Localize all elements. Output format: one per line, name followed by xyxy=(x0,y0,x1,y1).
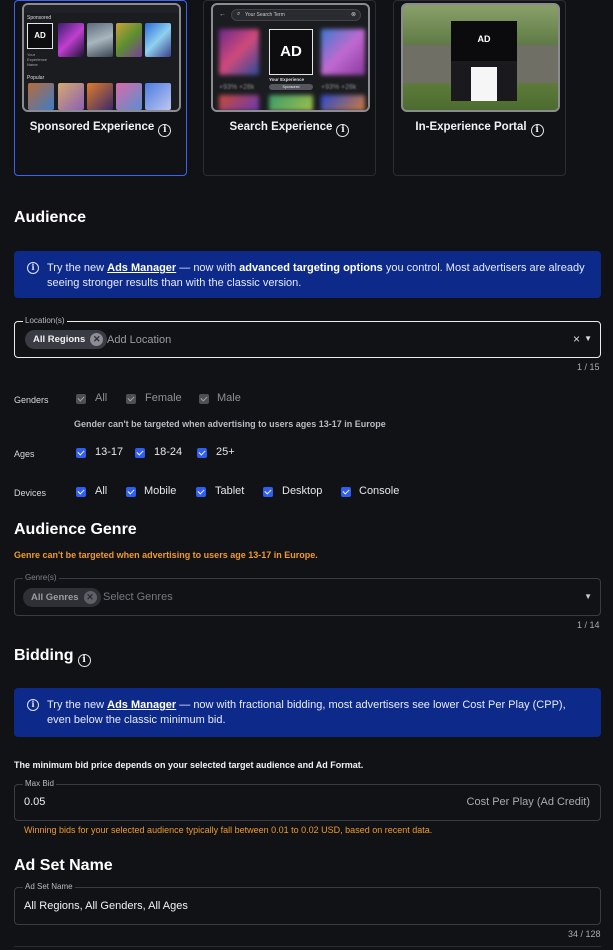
ad-set-name-legend: Ad Set Name xyxy=(23,882,75,891)
location-legend: Location(s) xyxy=(23,316,67,325)
sponsored-badge: Sponsored xyxy=(269,84,313,90)
ad-set-name-input[interactable]: Ad Set Name All Regions, All Genders, Al… xyxy=(14,882,601,925)
preview-caption: Your Experience xyxy=(269,77,305,82)
ad-format-label: Sponsored Experience xyxy=(29,121,155,133)
genre-warning: Genre can't be targeted when advertising… xyxy=(14,550,318,560)
ad-format-label: In-Experience Portal xyxy=(415,121,527,133)
clear-icon[interactable]: × xyxy=(573,332,580,346)
ad-set-name-value[interactable]: All Regions, All Genders, All Ages xyxy=(24,900,188,912)
location-chip[interactable]: All Regions ✕ xyxy=(25,330,108,349)
preview-section-popular: Popular xyxy=(27,75,45,81)
sponsored-experience-preview: Sponsored AD Your Experience Name Popula… xyxy=(22,3,181,112)
device-tablet-label: Tablet xyxy=(215,485,245,497)
gender-all-checkbox[interactable] xyxy=(76,394,86,404)
location-select[interactable]: Location(s) All Regions ✕ Add Location × … xyxy=(14,316,601,358)
ads-manager-bidding-banner: i Try the new Ads Manager — now with fra… xyxy=(14,688,601,737)
ad-format-sponsored-experience[interactable]: Sponsored AD Your Experience Name Popula… xyxy=(14,0,187,176)
preview-search-term: Your Search Term xyxy=(245,12,285,18)
max-bid-legend: Max Bid xyxy=(23,779,56,788)
age-13-17-checkbox[interactable] xyxy=(76,448,86,458)
gender-note: Gender can't be targeted when advertisin… xyxy=(74,419,386,429)
device-tablet-checkbox[interactable] xyxy=(196,487,206,497)
location-counter: 1 / 15 xyxy=(577,362,600,372)
info-icon[interactable]: i xyxy=(77,654,91,667)
ad-placeholder: AD xyxy=(451,21,517,61)
gender-male-checkbox[interactable] xyxy=(199,394,209,404)
info-icon[interactable]: i xyxy=(158,124,172,137)
ad-format-label: Search Experience xyxy=(229,121,333,133)
portal-door xyxy=(471,67,497,101)
search-experience-preview: ← ⌕ Your Search Term ⊗ AD Your Experienc… xyxy=(211,3,370,112)
ad-format-in-experience-portal[interactable]: AD In-Experience Portal i xyxy=(393,0,566,176)
ad-set-name-counter: 34 / 128 xyxy=(568,929,601,939)
device-all-checkbox[interactable] xyxy=(76,487,86,497)
max-bid-input[interactable]: Max Bid 0.05 Cost Per Play (Ad Credit) xyxy=(14,779,601,821)
preview-section-sponsored: Sponsored xyxy=(27,15,52,21)
preview-caption: Your Experience Name xyxy=(27,52,48,67)
clear-icon: ⊗ xyxy=(350,12,356,18)
ad-placeholder: AD xyxy=(269,29,313,75)
age-25-plus-checkbox[interactable] xyxy=(197,448,207,458)
portal-preview: AD xyxy=(401,3,560,112)
location-input[interactable]: Add Location xyxy=(107,334,171,346)
gender-female-label: Female xyxy=(145,392,182,404)
gender-male-label: Male xyxy=(217,392,241,404)
remove-chip-icon[interactable]: ✕ xyxy=(83,591,97,604)
remove-chip-icon[interactable]: ✕ xyxy=(90,333,104,346)
ads-manager-link[interactable]: Ads Manager xyxy=(107,262,176,274)
bidding-title: Bidding xyxy=(14,647,74,664)
ads-manager-link[interactable]: Ads Manager xyxy=(107,699,176,711)
bid-hint: Winning bids for your selected audience … xyxy=(24,825,433,835)
age-18-24-checkbox[interactable] xyxy=(135,448,145,458)
ad-placeholder: AD xyxy=(27,23,53,49)
divider xyxy=(14,946,601,947)
chevron-down-icon[interactable]: ▼ xyxy=(584,592,592,601)
ages-label: Ages xyxy=(14,449,35,459)
age-18-24-label: 18-24 xyxy=(154,446,183,458)
genre-chip[interactable]: All Genres ✕ xyxy=(23,588,101,607)
chevron-down-icon[interactable]: ▼ xyxy=(584,334,592,343)
genre-counter: 1 / 14 xyxy=(577,620,600,630)
min-bid-note: The minimum bid price depends on your se… xyxy=(14,760,364,770)
device-all-label: All xyxy=(95,485,108,497)
device-console-label: Console xyxy=(359,485,400,497)
search-icon: ⌕ xyxy=(237,11,241,17)
gender-female-checkbox[interactable] xyxy=(126,394,136,404)
age-13-17-label: 13-17 xyxy=(95,446,124,458)
device-desktop-checkbox[interactable] xyxy=(263,487,273,497)
genre-select[interactable]: Genre(s) All Genres ✕ Select Genres ▼ xyxy=(14,573,601,616)
genre-input[interactable]: Select Genres xyxy=(103,591,173,603)
info-icon: i xyxy=(27,699,39,711)
info-icon[interactable]: i xyxy=(530,124,544,137)
gender-all-label: All xyxy=(95,392,108,404)
back-arrow-icon: ← xyxy=(219,11,226,18)
device-mobile-checkbox[interactable] xyxy=(126,487,136,497)
genders-label: Genders xyxy=(14,395,49,405)
device-desktop-label: Desktop xyxy=(282,485,323,497)
audience-title: Audience xyxy=(14,209,87,226)
info-icon: i xyxy=(27,262,39,274)
ad-format-search-experience[interactable]: ← ⌕ Your Search Term ⊗ AD Your Experienc… xyxy=(203,0,376,176)
ad-set-name-title: Ad Set Name xyxy=(14,857,113,874)
audience-genre-title: Audience Genre xyxy=(14,521,137,538)
ads-manager-banner: i Try the new Ads Manager — now with adv… xyxy=(14,251,601,298)
genre-legend: Genre(s) xyxy=(23,573,59,582)
preview-search-bar: ⌕ Your Search Term ⊗ xyxy=(231,9,361,21)
info-icon[interactable]: i xyxy=(336,124,350,137)
devices-label: Devices xyxy=(14,488,47,498)
bid-unit: Cost Per Play (Ad Credit) xyxy=(466,796,590,808)
age-25-plus-label: 25+ xyxy=(216,446,235,458)
max-bid-value[interactable]: 0.05 xyxy=(24,796,45,808)
device-console-checkbox[interactable] xyxy=(341,487,351,497)
device-mobile-label: Mobile xyxy=(144,485,177,497)
